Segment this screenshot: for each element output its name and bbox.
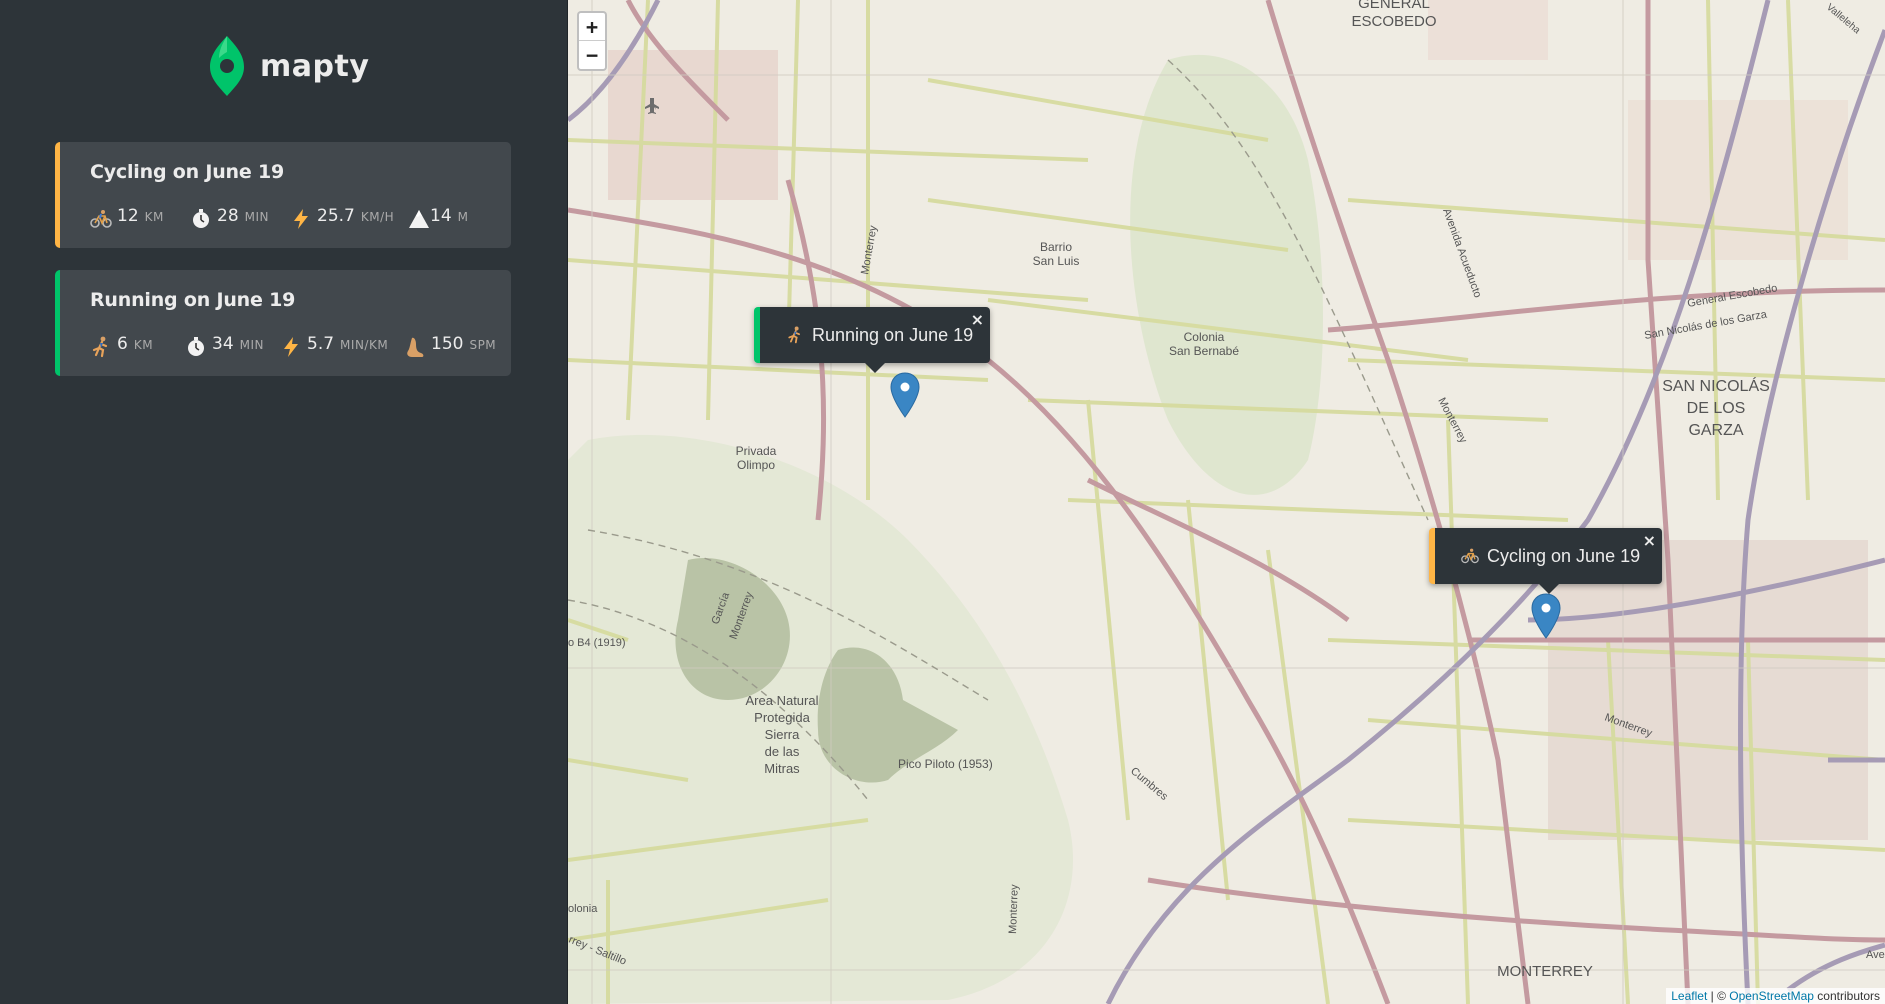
map-marker-running[interactable] [890, 372, 920, 418]
stat-cadence: 150 spm [404, 334, 496, 360]
stat-elevation: 14 m [408, 206, 469, 232]
popup-text: Cycling on June 19 [1487, 545, 1641, 566]
stat-unit: km [133, 338, 154, 352]
map-pin-icon [1531, 593, 1561, 639]
workout-title: Running on June 19 [90, 289, 296, 311]
osm-link[interactable]: OpenStreetMap [1729, 989, 1814, 1003]
app: mapty Cycling on June 19 12 km [0, 0, 1885, 1004]
runner-icon [90, 336, 114, 358]
stat-value: 25.7 [317, 206, 355, 226]
label-barrio-1: Barrio [1040, 240, 1072, 254]
stat-value: 34 [212, 334, 234, 354]
popup-text: Running on June 19 [812, 324, 974, 345]
label-colonia-2: San Bernabé [1169, 344, 1239, 358]
label-barrio-2: San Luis [1033, 254, 1080, 268]
stat-value: 12 [117, 206, 139, 226]
attribution-separator: | © [1707, 989, 1730, 1003]
zoom-control: + − [577, 11, 607, 71]
stat-distance: 6 km [90, 334, 153, 360]
stat-duration: 34 min [185, 334, 264, 360]
stat-value: 14 [430, 206, 452, 226]
leaflet-link[interactable]: Leaflet [1671, 989, 1707, 1003]
label-area-3: Sierra [765, 727, 800, 742]
stopwatch-icon [185, 336, 209, 358]
stat-unit: m [457, 210, 469, 224]
brand-name: mapty [260, 48, 370, 84]
label-general: GENERAL [1358, 0, 1430, 12]
zoom-in-button[interactable]: + [579, 13, 605, 41]
stat-value: 5.7 [307, 334, 335, 354]
label-pico: Pico Piloto (1953) [898, 757, 993, 771]
label-area-2: Protegida [754, 710, 810, 725]
label-san-nicolas-3: GARZA [1688, 422, 1743, 439]
bicycle-icon [90, 208, 114, 230]
bicycle-icon [1461, 547, 1479, 565]
popup-close-button[interactable]: × [971, 310, 984, 329]
label-privada-1: Privada [736, 444, 777, 458]
stat-unit: min [239, 338, 265, 352]
sidebar: mapty Cycling on June 19 12 km [0, 0, 568, 1004]
workout-stats: 6 km 34 min 5.7 [90, 334, 510, 360]
stat-unit: min [244, 210, 270, 224]
stat-distance: 12 km [90, 206, 164, 232]
stat-unit: km/h [360, 210, 395, 224]
label-area-4: de las [765, 744, 800, 759]
popup-running[interactable]: Running on June 19 × [754, 307, 990, 373]
map-attribution: Leaflet | © OpenStreetMap contributors [1666, 988, 1885, 1004]
lightning-icon [290, 208, 314, 230]
label-monterrey-city: MONTERREY [1497, 963, 1593, 980]
label-b4: o B4 (1919) [568, 637, 625, 649]
workout-card-running[interactable]: Running on June 19 6 km 34 m [55, 270, 511, 376]
popup-close-button[interactable]: × [1643, 531, 1656, 550]
runner-icon [786, 326, 804, 344]
label-ave-right: Ave [1866, 949, 1885, 961]
label-area-5: Mitras [764, 761, 800, 776]
map-tiles[interactable]: GENERAL ESCOBEDO SAN NICOLÁS DE LOS GARZ… [568, 0, 1885, 1004]
popup-cycling[interactable]: Cycling on June 19 × [1429, 528, 1662, 594]
workout-list: Cycling on June 19 12 km 28 [55, 142, 511, 398]
map-pin-logo-icon [210, 36, 244, 96]
workout-title: Cycling on June 19 [90, 161, 285, 183]
workout-card-cycling[interactable]: Cycling on June 19 12 km 28 [55, 142, 511, 248]
stat-value: 150 [431, 334, 464, 354]
popup-tip [865, 363, 885, 373]
label-road-monterrey-2: Monterrey [1007, 884, 1021, 934]
stat-unit: km [144, 210, 164, 224]
stat-pace: 5.7 min/km [280, 334, 388, 360]
label-san-nicolas-1: SAN NICOLÁS [1662, 376, 1770, 395]
label-escobedo: ESCOBEDO [1351, 13, 1436, 30]
label-area-1: Area Natural [746, 693, 819, 708]
mountain-icon [408, 208, 432, 230]
zoom-out-button[interactable]: − [579, 41, 605, 69]
label-colonia-1: Colonia [1184, 330, 1225, 344]
workout-stats: 12 km 28 min 25.7 [90, 206, 510, 232]
stat-value: 6 [117, 334, 128, 354]
map-pin-icon [890, 372, 920, 418]
footprint-icon [404, 336, 428, 358]
map-marker-cycling[interactable] [1531, 593, 1561, 639]
stat-value: 28 [217, 206, 239, 226]
label-san-nicolas-2: DE LOS [1687, 400, 1746, 417]
stat-speed: 25.7 km/h [290, 206, 394, 232]
brand: mapty [210, 34, 369, 98]
stopwatch-icon [190, 208, 214, 230]
label-privada-2: Olimpo [737, 458, 775, 472]
map[interactable]: GENERAL ESCOBEDO SAN NICOLÁS DE LOS GARZ… [568, 0, 1885, 1004]
stat-duration: 28 min [190, 206, 269, 232]
lightning-icon [280, 336, 304, 358]
attribution-suffix: contributors [1813, 989, 1880, 1003]
label-colonia-left: olonia [568, 903, 598, 915]
stat-unit: spm [469, 338, 497, 352]
stat-unit: min/km [340, 338, 389, 352]
